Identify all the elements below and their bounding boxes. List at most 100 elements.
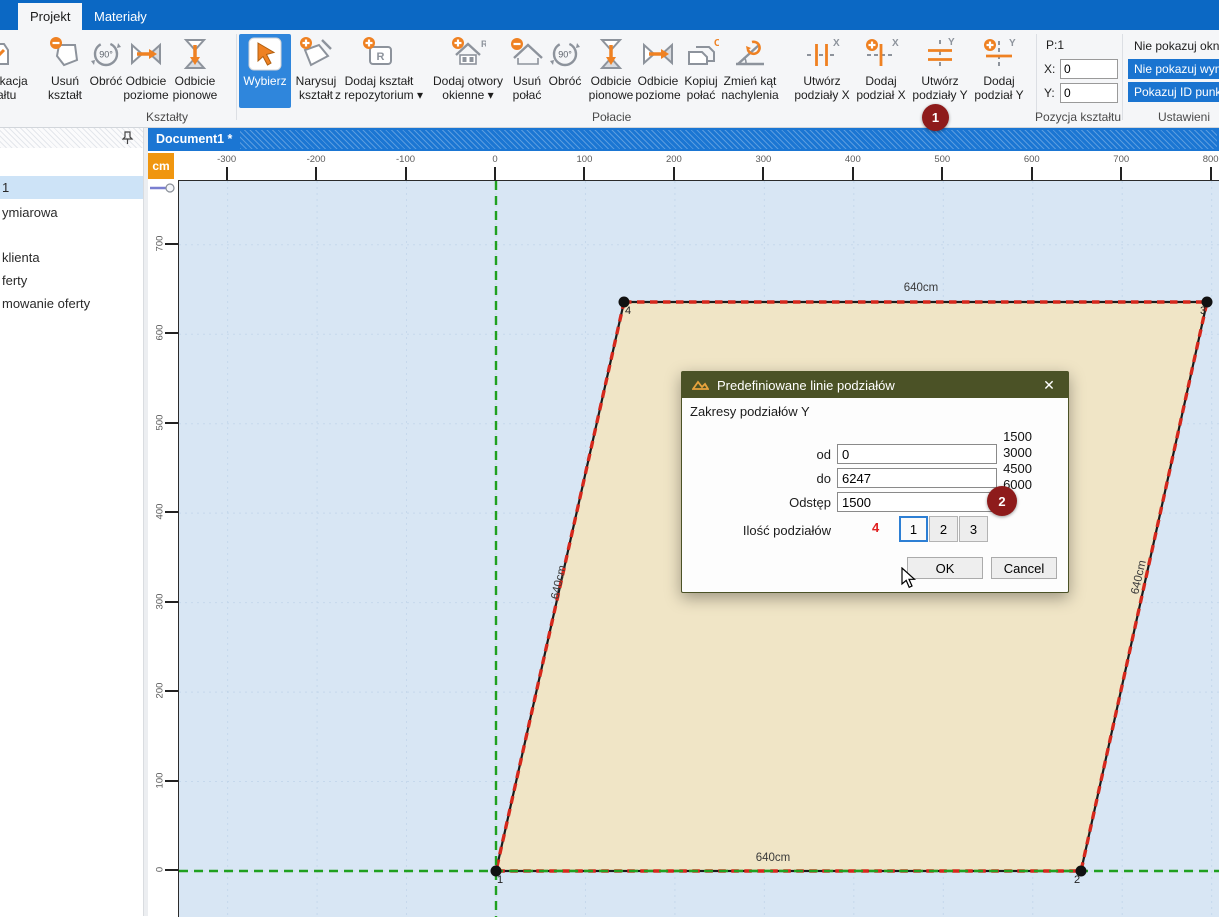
do-input[interactable] — [837, 468, 997, 488]
ribbon: ModyfikacjakształtuUsuńkształt90°ObróćOd… — [0, 30, 1219, 128]
mirror-v-icon — [170, 34, 220, 74]
group-label-ksztalty: Kształty — [146, 110, 188, 124]
toggle-nie-pokazuj-okna[interactable]: Nie pokazuj okna — [1128, 36, 1219, 56]
dialog-section-label: Zakresy podziałów Y — [690, 404, 810, 419]
ribbon-button-mirror-h-roof[interactable]: Odbiciepoziome — [633, 34, 683, 108]
ruler-tick-label: 600 — [155, 323, 166, 343]
od-label: od — [721, 447, 831, 462]
group-separator — [1122, 34, 1123, 120]
ruler-tick-label: 700 — [1113, 154, 1129, 165]
ruler-tick-label: 0 — [492, 154, 497, 165]
ribbon-button-rotate-roof[interactable]: 90°Obróć — [543, 34, 587, 108]
count-label: Ilość podziałów — [721, 523, 831, 538]
ribbon-button-mirror-v-roof[interactable]: Odbiciepionowe — [586, 34, 636, 108]
corner-id-label: 3 — [1200, 305, 1206, 317]
ribbon-button-create-div-x[interactable]: XUtwórzpodziały X — [789, 34, 855, 108]
ribbon-button-modify-shape[interactable]: Modyfikacjakształtu — [0, 34, 38, 108]
shape-x-input[interactable] — [1060, 59, 1118, 79]
dimension-label: 640cm — [904, 282, 939, 294]
shape-position-id: P:1 — [1046, 38, 1064, 52]
preset-option[interactable]: 1500 — [972, 429, 1032, 444]
do-label: do — [721, 471, 831, 486]
ribbon-button-create-div-y[interactable]: YUtwórzpodziały Y — [909, 34, 971, 108]
dialog-title-bar[interactable]: Predefiniowane linie podziałów ✕ — [682, 372, 1068, 398]
ribbon-button-add-div-x[interactable]: XDodajpodział X — [851, 34, 911, 108]
ruler-tick-label: 300 — [155, 591, 166, 611]
ruler-tick-label: 500 — [934, 154, 950, 165]
ruler-tick — [226, 167, 228, 180]
division-count-value: 4 — [872, 520, 879, 535]
addy-icon: Y — [969, 34, 1029, 74]
ribbon-button-add-div-y[interactable]: YDodajpodział Y — [969, 34, 1029, 108]
main-tab-bar: Projekt Materiały — [0, 0, 1219, 30]
ribbon-button-change-angle[interactable]: Zmień kątnachylenia — [719, 34, 781, 108]
count-button-1[interactable]: 1 — [899, 516, 928, 542]
ruler-tick — [165, 243, 178, 245]
mirror-h-icon — [633, 34, 683, 74]
pin-icon[interactable] — [122, 131, 133, 150]
ruler-tick — [941, 167, 943, 180]
vertical-ruler: 0 100 200 300 400 500 600 700 — [148, 180, 178, 916]
ribbon-button-delete-shape[interactable]: Usuńkształt — [40, 34, 90, 108]
ribbon-button-select[interactable]: Wybierz — [239, 34, 291, 108]
count-button-3[interactable]: 3 — [959, 516, 988, 542]
ribbon-button-add-windows[interactable]: RDodaj otworyokienne ▾ — [425, 34, 511, 108]
y-label: Y: — [1044, 86, 1055, 100]
cancel-button[interactable]: Cancel — [991, 557, 1057, 579]
sidebar-header — [0, 128, 143, 148]
rotate-icon: 90° — [543, 34, 587, 74]
sidebar-item[interactable]: mowanie oferty — [0, 292, 145, 315]
ruler-unit-badge[interactable]: cm — [148, 153, 174, 179]
ruler-tick-label: 100 — [155, 770, 166, 790]
ruler-tick — [1120, 167, 1122, 180]
tab-projekt[interactable]: Projekt — [18, 3, 82, 30]
count-button-2[interactable]: 2 — [929, 516, 958, 542]
shape-y-input[interactable] — [1060, 83, 1118, 103]
del-shape-icon — [40, 34, 90, 74]
svg-text:Y: Y — [948, 37, 955, 48]
ruler-tick-label: -100 — [396, 154, 415, 165]
group-label-polacie: Połacie — [592, 110, 631, 124]
toggle-pokazuj-id-punktow[interactable]: Pokazuj ID punkto — [1128, 82, 1219, 102]
divy-icon: Y — [909, 34, 971, 74]
ruler-tick — [583, 167, 585, 180]
close-icon[interactable]: ✕ — [1040, 376, 1058, 394]
app-window: { "tab_bar": { "projekt": "Projekt", "ma… — [0, 0, 1219, 916]
ruler-tick — [1210, 167, 1212, 180]
ruler-tick-label: 0 — [155, 860, 166, 880]
mirror-v-icon — [586, 34, 636, 74]
ribbon-button-add-shape-repo[interactable]: RDodaj kształtz repozytorium ▾ — [333, 34, 425, 108]
ribbon-button-delete-roof[interactable]: Usuńpołać — [506, 34, 548, 108]
group-label-ustawienia: Ustawieni — [1158, 110, 1210, 124]
ruler-tick-label: 200 — [155, 681, 166, 701]
predefined-divisions-dialog: Predefiniowane linie podziałów ✕ Zakresy… — [681, 371, 1069, 593]
svg-text:Y: Y — [1009, 38, 1016, 49]
svg-text:X: X — [892, 38, 899, 49]
ribbon-button-copy-roof[interactable]: CKopiujpołać — [679, 34, 723, 108]
ribbon-button-mirror-h-shape[interactable]: Odbiciepoziome — [122, 34, 170, 108]
svg-text:R: R — [377, 51, 385, 63]
sidebar-item[interactable]: 1 — [0, 176, 145, 199]
ribbon-button-mirror-v-shape[interactable]: Odbiciepionowe — [170, 34, 220, 108]
toggle-nie-pokazuj-wymiarow[interactable]: Nie pokazuj wymi — [1128, 59, 1219, 79]
document-tab[interactable]: Document1 * — [156, 128, 232, 151]
group-separator — [1036, 34, 1037, 120]
ruler-tick-label: 300 — [755, 154, 771, 165]
repo-icon: R — [333, 34, 425, 74]
step-badge-2: 2 — [987, 486, 1017, 516]
mouse-cursor-icon — [901, 567, 917, 594]
ruler-tick — [494, 167, 496, 180]
odstep-input[interactable] — [837, 492, 997, 512]
ok-button[interactable]: OK — [907, 557, 983, 579]
ruler-tick-label: 800 — [1203, 154, 1219, 165]
ruler-tick — [165, 332, 178, 334]
sidebar-item[interactable]: ymiarowa — [0, 201, 145, 224]
sidebar-item[interactable]: ferty — [0, 269, 145, 292]
modify-icon — [0, 34, 38, 74]
roof-icon — [692, 379, 709, 391]
od-input[interactable] — [837, 444, 997, 464]
corner-id-label: 1 — [497, 874, 503, 886]
tab-materialy[interactable]: Materiały — [82, 3, 159, 30]
sidebar-item[interactable]: klienta — [0, 246, 145, 269]
corner-id-label: 2 — [1074, 874, 1080, 886]
